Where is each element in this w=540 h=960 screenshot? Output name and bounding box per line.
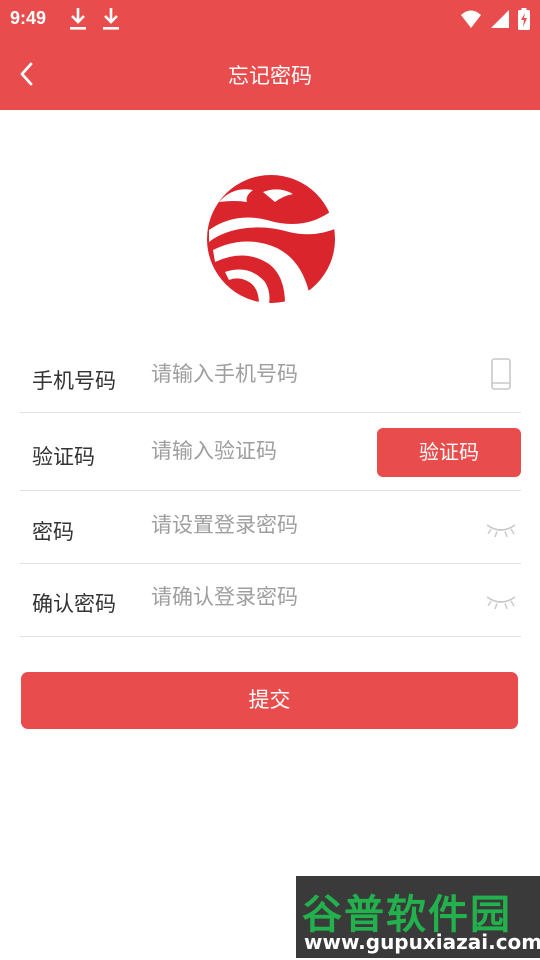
code-label: 验证码 (32, 445, 95, 469)
password-input[interactable] (151, 513, 371, 537)
confirm-password-input[interactable] (151, 585, 371, 609)
download-icon (103, 8, 119, 30)
page-title: 忘记密码 (228, 64, 312, 88)
status-time: 9:49 (10, 8, 47, 28)
download-icon (70, 8, 86, 30)
get-code-button[interactable]: 验证码 (377, 428, 521, 477)
code-input[interactable] (151, 439, 371, 463)
eye-closed-icon[interactable] (485, 594, 517, 610)
watermark-url: www.gupuxiazai.com (304, 930, 540, 954)
phone-row: 手机号码 (20, 340, 521, 413)
reset-password-form: 手机号码 验证码 验证码 密码 确认密码 (20, 340, 521, 637)
signal-icon (491, 10, 509, 28)
phone-input[interactable] (151, 362, 371, 386)
dragon-logo-icon (207, 175, 337, 304)
phone-icon (491, 358, 511, 390)
wifi-icon (461, 10, 481, 28)
battery-charging-icon (518, 8, 530, 30)
navbar: 忘记密码 (0, 38, 540, 110)
confirm-password-label: 确认密码 (32, 592, 116, 616)
eye-closed-icon[interactable] (485, 522, 517, 538)
password-label: 密码 (32, 520, 74, 544)
code-row: 验证码 验证码 (20, 413, 521, 491)
confirm-password-row: 确认密码 (20, 564, 521, 637)
phone-label: 手机号码 (32, 369, 116, 393)
system-icons (460, 7, 530, 31)
watermark: 谷普软件园 www.gupuxiazai.com (296, 876, 540, 958)
submit-button[interactable]: 提交 (21, 672, 518, 729)
status-bar: 9:49 (0, 0, 540, 38)
password-row: 密码 (20, 491, 521, 564)
